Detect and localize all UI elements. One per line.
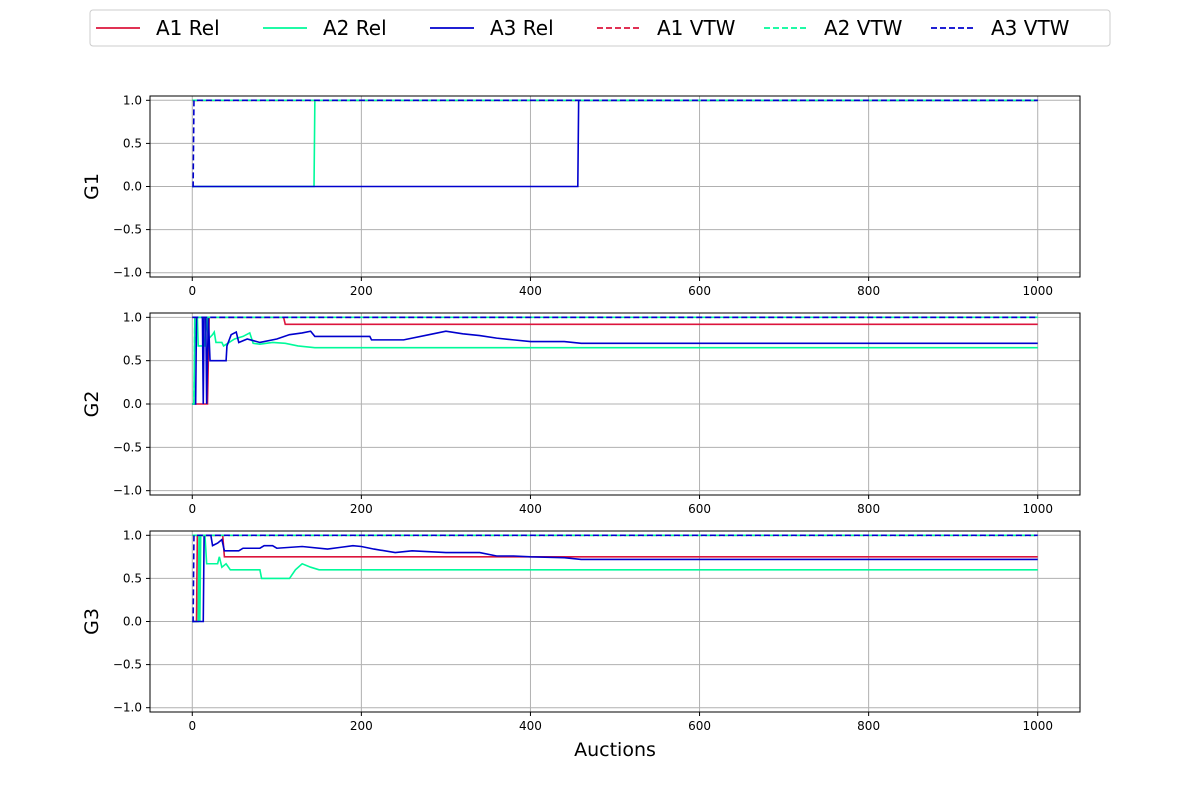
y-tick-label: −1.0 (113, 266, 142, 280)
legend-label: A3 VTW (991, 16, 1070, 40)
y-tick-label: −0.5 (113, 658, 142, 672)
y-tick-label: 0.5 (123, 571, 142, 585)
y-tick-label: 0.0 (123, 615, 142, 629)
x-tick-label: 0 (188, 719, 196, 733)
y-tick-label: 1.0 (123, 528, 142, 542)
y-tick-label: 0.0 (123, 397, 142, 411)
y-tick-label: 1.0 (123, 310, 142, 324)
y-tick-label: −1.0 (113, 484, 142, 498)
subplot-g1: 0 200 400 600 800 1000 1.0 0.5 0.0 −0.5 −1.0 G1 (81, 93, 1081, 298)
legend-label: A1 VTW (657, 16, 736, 40)
legend: A1 Rel A2 Rel A3 Rel A1 VTW A2 VTW A3 VTW (89, 9, 1111, 47)
y-tick-label: 0.5 (123, 136, 142, 150)
x-tick-label: 800 (857, 502, 880, 516)
x-tick-label: 400 (519, 719, 542, 733)
x-tick-label: 600 (688, 719, 711, 733)
x-tick-label: 0 (188, 284, 196, 298)
subplot-g2: 0 200 400 600 800 1000 1.0 0.5 0.0 −0.5 −1.0 G2 (81, 310, 1081, 516)
x-tick-label: 0 (188, 502, 196, 516)
chart-canvas: A1 Rel A2 Rel A3 Rel A1 VTW A2 VTW A3 VTW 0 20… (81, 9, 1111, 761)
x-tick-label: 600 (688, 284, 711, 298)
x-tick-label: 1000 (1022, 502, 1053, 516)
y-axis-label: G3 (81, 608, 103, 635)
x-tick-label: 600 (688, 502, 711, 516)
legend-label: A2 VTW (824, 16, 903, 40)
x-tick-label: 1000 (1022, 284, 1053, 298)
x-tick-label: 400 (519, 502, 542, 516)
subplots: 0 200 400 600 800 1000 1.0 0.5 0.0 −0.5 −1.0 G1 0 200… (81, 93, 1081, 733)
x-axis-label: Auctions (574, 739, 656, 761)
x-tick-label: 200 (350, 284, 373, 298)
chart-figure: A1 Rel A2 Rel A3 Rel A1 VTW A2 VTW A3 VTW 0 20… (0, 0, 1200, 800)
y-tick-label: 0.5 (123, 354, 142, 368)
x-tick-label: 800 (857, 284, 880, 298)
y-tick-label: 1.0 (123, 93, 142, 107)
y-tick-label: −0.5 (113, 440, 142, 454)
y-axis-label: G1 (81, 173, 103, 200)
y-tick-label: 0.0 (123, 180, 142, 194)
x-tick-label: 800 (857, 719, 880, 733)
x-tick-label: 200 (350, 502, 373, 516)
subplot-g3: 0 200 400 600 800 1000 1.0 0.5 0.0 −0.5 −1.0 G3 (81, 528, 1081, 733)
legend-label: A1 Rel (156, 16, 220, 40)
x-tick-label: 1000 (1022, 719, 1053, 733)
y-axis-label: G2 (81, 391, 103, 418)
legend-label: A2 Rel (323, 16, 387, 40)
y-tick-label: −0.5 (113, 223, 142, 237)
x-tick-label: 200 (350, 719, 373, 733)
y-tick-label: −1.0 (113, 701, 142, 715)
x-tick-label: 400 (519, 284, 542, 298)
legend-label: A3 Rel (490, 16, 554, 40)
